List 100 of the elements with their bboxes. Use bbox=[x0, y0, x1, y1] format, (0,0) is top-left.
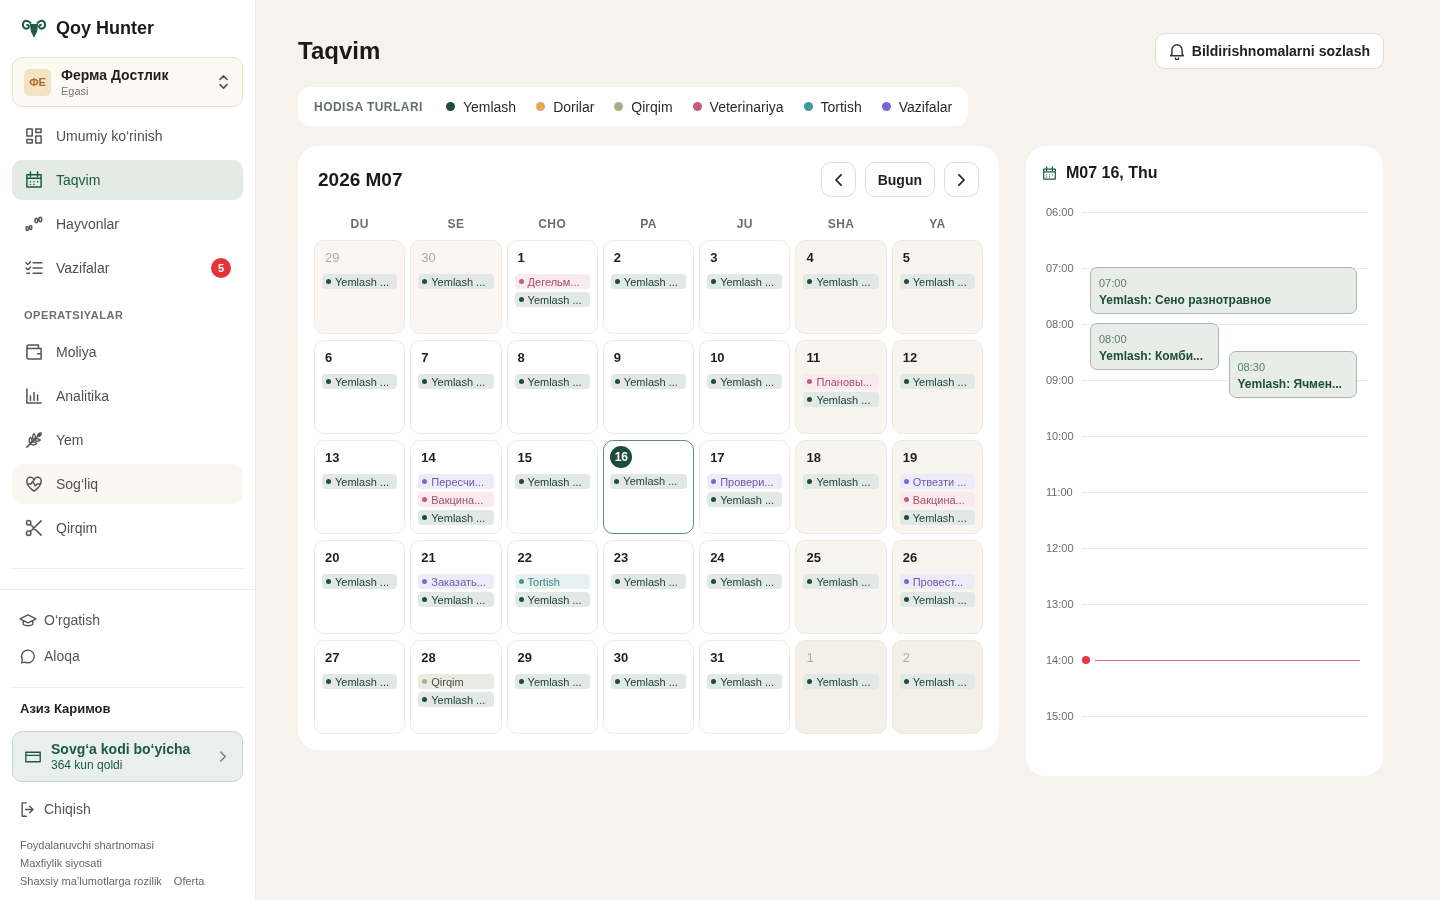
calendar-day-cell[interactable]: 21 Заказать... Yemlash ... bbox=[410, 540, 502, 634]
nav-item[interactable]: Sog‘liq bbox=[12, 464, 243, 504]
event-chip[interactable]: Отвезти ... bbox=[899, 474, 975, 489]
event-chip[interactable]: Провери... bbox=[707, 474, 783, 489]
event-chip[interactable]: Yemlash ... bbox=[707, 274, 783, 289]
calendar-day-cell[interactable]: 6 Yemlash ... bbox=[314, 340, 406, 434]
schedule-event-card[interactable]: 07:00 Yemlash: Сено разнотравное bbox=[1090, 267, 1357, 314]
subscription-card[interactable]: Sovg‘a kodi bo‘yicha 364 kun qoldi bbox=[12, 731, 243, 782]
calendar-day-cell[interactable]: 18 Yemlash ... bbox=[795, 440, 887, 534]
calendar-day-cell[interactable]: 20 Yemlash ... bbox=[314, 540, 406, 634]
legal-link[interactable]: Shaxsiy ma’lumotlarga rozilik bbox=[20, 872, 162, 890]
calendar-day-cell[interactable]: 30 Yemlash ... bbox=[410, 240, 502, 334]
event-chip[interactable]: Вакцина... bbox=[418, 492, 494, 507]
calendar-day-cell[interactable]: 28 Qirqim Yemlash ... bbox=[410, 640, 502, 734]
event-chip[interactable]: Yemlash ... bbox=[418, 692, 494, 707]
calendar-day-cell[interactable]: 31 Yemlash ... bbox=[699, 640, 791, 734]
calendar-day-cell[interactable]: 9 Yemlash ... bbox=[602, 340, 695, 434]
next-month-button[interactable] bbox=[944, 162, 979, 197]
calendar-day-cell[interactable]: 12 Yemlash ... bbox=[891, 340, 983, 434]
calendar-day-cell[interactable]: 27 Yemlash ... bbox=[314, 640, 406, 734]
calendar-day-cell[interactable]: 8 Yemlash ... bbox=[506, 340, 598, 434]
legal-link[interactable]: Oferta bbox=[173, 872, 205, 890]
calendar-day-cell[interactable]: 29 Yemlash ... bbox=[314, 240, 406, 334]
calendar-day-cell[interactable]: 1 Yemlash ... bbox=[795, 640, 887, 734]
calendar-day-cell[interactable]: 10 Yemlash ... bbox=[699, 340, 791, 434]
schedule-event-card[interactable]: 08:00 Yemlash: Комби... bbox=[1090, 323, 1219, 370]
calendar-day-cell[interactable]: 29 Yemlash ... bbox=[506, 640, 598, 734]
event-chip[interactable]: Yemlash ... bbox=[418, 274, 494, 289]
event-chip[interactable]: Yemlash ... bbox=[707, 674, 783, 689]
schedule-event-card[interactable]: 08:30 Yemlash: Ячмен... bbox=[1228, 351, 1357, 398]
calendar-day-cell[interactable]: 25 Yemlash ... bbox=[795, 540, 887, 634]
calendar-day-cell[interactable]: 24 Yemlash ... bbox=[699, 540, 791, 634]
calendar-day-cell[interactable]: 15 Yemlash ... bbox=[506, 440, 598, 534]
nav-item[interactable]: Umumiy ko‘rinish bbox=[12, 116, 243, 156]
calendar-day-cell[interactable]: 11 Плановы... Yemlash ... bbox=[795, 340, 887, 434]
event-chip[interactable]: Yemlash ... bbox=[322, 674, 398, 689]
event-chip[interactable]: Yemlash ... bbox=[514, 592, 590, 607]
event-chip[interactable]: Yemlash ... bbox=[610, 674, 687, 689]
nav-item[interactable]: Aloqa bbox=[12, 638, 243, 674]
calendar-day-cell[interactable]: 30 Yemlash ... bbox=[602, 640, 695, 734]
calendar-day-cell[interactable]: 16 Yemlash ... bbox=[602, 440, 695, 534]
nav-item[interactable]: Analitika bbox=[12, 376, 243, 416]
event-chip[interactable]: Yemlash ... bbox=[610, 374, 687, 389]
event-chip[interactable]: Yemlash ... bbox=[322, 274, 398, 289]
calendar-day-cell[interactable]: 22 Tortish Yemlash ... bbox=[506, 540, 598, 634]
event-chip[interactable]: Вакцина... bbox=[899, 492, 975, 507]
event-chip[interactable]: Провест... bbox=[899, 574, 975, 589]
legal-link[interactable]: Maxfiylik siyosati bbox=[20, 854, 102, 872]
event-chip[interactable]: Yemlash ... bbox=[899, 674, 975, 689]
today-button[interactable]: Bugun bbox=[864, 162, 935, 197]
event-chip[interactable]: Yemlash ... bbox=[418, 592, 494, 607]
event-chip[interactable]: Yemlash ... bbox=[514, 474, 590, 489]
event-chip[interactable]: Yemlash ... bbox=[707, 374, 783, 389]
event-chip[interactable]: Yemlash ... bbox=[322, 374, 398, 389]
nav-item[interactable]: Vazifalar 5 bbox=[12, 248, 243, 288]
event-chip[interactable]: Плановы... bbox=[803, 374, 879, 389]
calendar-day-cell[interactable]: 4 Yemlash ... bbox=[795, 240, 887, 334]
calendar-day-cell[interactable]: 1 Дегельм... Yemlash ... bbox=[506, 240, 598, 334]
calendar-day-cell[interactable]: 7 Yemlash ... bbox=[410, 340, 502, 434]
event-chip[interactable]: Yemlash ... bbox=[803, 474, 879, 489]
calendar-day-cell[interactable]: 23 Yemlash ... bbox=[602, 540, 695, 634]
notification-settings-button[interactable]: Bildirishnomalarni sozlash bbox=[1154, 33, 1384, 69]
event-chip[interactable]: Yemlash ... bbox=[514, 674, 590, 689]
farm-selector[interactable]: ФЕ Ферма Достлик Egasi bbox=[12, 57, 243, 107]
event-chip[interactable]: Yemlash ... bbox=[610, 274, 687, 289]
event-chip[interactable]: Yemlash ... bbox=[322, 574, 398, 589]
logout-button[interactable]: Chiqish bbox=[12, 791, 243, 827]
calendar-day-cell[interactable]: 17 Провери... Yemlash ... bbox=[699, 440, 791, 534]
event-chip[interactable]: Yemlash ... bbox=[418, 510, 494, 525]
event-chip[interactable]: Yemlash ... bbox=[803, 674, 879, 689]
event-chip[interactable]: Yemlash ... bbox=[803, 392, 879, 407]
event-chip[interactable]: Yemlash ... bbox=[803, 274, 879, 289]
event-chip[interactable]: Yemlash ... bbox=[610, 473, 687, 489]
event-chip[interactable]: Заказать... bbox=[418, 574, 494, 589]
event-chip[interactable]: Qirqim bbox=[418, 674, 494, 689]
calendar-day-cell[interactable]: 3 Yemlash ... bbox=[699, 240, 791, 334]
event-chip[interactable]: Дегельм... bbox=[514, 274, 590, 289]
event-chip[interactable]: Yemlash ... bbox=[899, 592, 975, 607]
nav-item[interactable]: Hayvonlar bbox=[12, 204, 243, 244]
legal-link[interactable]: Foydalanuvchi shartnomasi bbox=[20, 836, 154, 854]
nav-item[interactable]: Yem bbox=[12, 420, 243, 460]
event-chip[interactable]: Tortish bbox=[514, 574, 590, 589]
nav-item[interactable]: Qirqim bbox=[12, 508, 243, 548]
calendar-day-cell[interactable]: 2 Yemlash ... bbox=[602, 240, 695, 334]
nav-item[interactable]: O‘rgatish bbox=[12, 602, 243, 638]
event-chip[interactable]: Yemlash ... bbox=[610, 574, 687, 589]
calendar-day-cell[interactable]: 14 Пересчи... Вакцина... Yemlash ... bbox=[410, 440, 502, 534]
calendar-day-cell[interactable]: 13 Yemlash ... bbox=[314, 440, 406, 534]
event-chip[interactable]: Yemlash ... bbox=[899, 510, 975, 525]
event-chip[interactable]: Yemlash ... bbox=[803, 574, 879, 589]
calendar-day-cell[interactable]: 19 Отвезти ... Вакцина... Yemlash ... bbox=[891, 440, 983, 534]
calendar-day-cell[interactable]: 26 Провест... Yemlash ... bbox=[891, 540, 983, 634]
calendar-day-cell[interactable]: 5 Yemlash ... bbox=[891, 240, 983, 334]
previous-month-button[interactable] bbox=[820, 162, 856, 197]
event-chip[interactable]: Yemlash ... bbox=[899, 374, 975, 389]
event-chip[interactable]: Yemlash ... bbox=[707, 574, 783, 589]
event-chip[interactable]: Пересчи... bbox=[418, 474, 494, 489]
event-chip[interactable]: Yemlash ... bbox=[514, 374, 590, 389]
event-chip[interactable]: Yemlash ... bbox=[418, 374, 494, 389]
calendar-day-cell[interactable]: 2 Yemlash ... bbox=[891, 640, 983, 734]
